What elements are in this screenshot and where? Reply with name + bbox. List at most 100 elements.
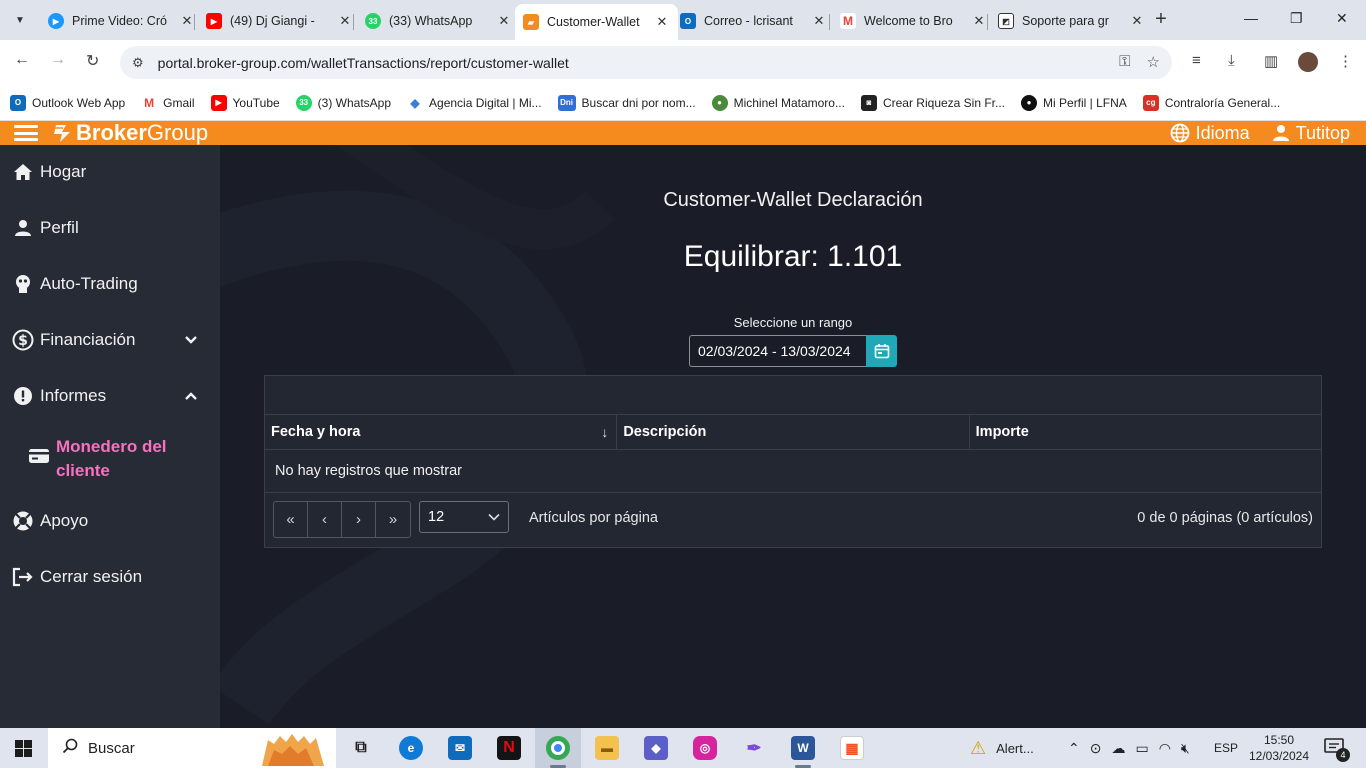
volume-muted-icon[interactable]: 🔇︎ [1181,740,1190,757]
bookmark-michinel[interactable]: ● Michinel Matamoro... [711,94,845,111]
wifi-icon[interactable]: ◠ [1159,740,1171,757]
bookmark-mi-perfil[interactable]: ● Mi Perfil | LFNA [1021,94,1127,111]
system-clock[interactable]: 15:50 12/03/2024 [1248,732,1310,764]
sort-arrow-down-icon[interactable]: ↓ [601,424,608,440]
instagram-icon[interactable]: ◎ [693,736,717,760]
column-header-descripcion[interactable]: Descripción [617,415,970,449]
edge-icon[interactable]: e [399,736,423,760]
bookmark-youtube[interactable]: ▶ YouTube [210,94,280,111]
tab-prime-video[interactable]: ▶ Prime Video: Cró ✕ [40,6,203,36]
warning-icon: ⚠ [970,737,987,758]
last-page-button[interactable]: » [376,502,410,537]
download-icon[interactable]: ⤓ [1228,52,1235,69]
sidebar-subitem-monedero[interactable]: Monedero del cliente [28,435,186,483]
language-selector[interactable]: Idioma [1170,123,1250,144]
whatsapp-icon: 33 [295,94,312,111]
sidebar-item-perfil[interactable]: Perfil [12,217,79,239]
calendar-button[interactable] [866,335,897,367]
hamburger-menu-icon[interactable] [14,125,38,141]
bookmark-agencia[interactable]: ◆ Agencia Digital | Mi... [407,94,542,111]
battery-icon[interactable]: ▭ [1135,740,1148,757]
sidebar-item-hogar[interactable]: Hogar [12,161,86,183]
chevron-down-icon[interactable] [184,333,198,347]
first-page-button[interactable]: « [274,502,308,537]
riqueza-icon: ◙ [860,94,877,111]
new-tab-button[interactable]: + [1150,9,1172,31]
alert-tray-item[interactable]: ⚠ Alert... [970,728,1034,768]
sidebar-item-informes[interactable]: Informes [12,385,197,407]
prev-page-button[interactable]: ‹ [308,502,342,537]
copilot-icon[interactable]: ◆ [644,736,668,760]
site-info-icon[interactable]: ⚙ [132,55,144,71]
mail-icon[interactable]: ✉ [448,736,472,760]
profile-avatar[interactable] [1298,52,1318,72]
whatsapp-favicon-icon: 33 [365,13,381,29]
per-page-label: Artículos por página [529,510,658,526]
word-icon[interactable]: W [791,736,815,760]
column-header-importe[interactable]: Importe [970,415,1321,449]
close-tab-icon[interactable]: ✕ [496,13,512,29]
chevron-up-icon[interactable] [184,389,198,403]
sidebar-item-auto-trading[interactable]: Auto-Trading [12,273,138,295]
tab-welcome[interactable]: M Welcome to Bro ✕ [832,6,995,36]
password-key-icon[interactable]: ⚿ [1119,53,1130,71]
camera-icon[interactable]: ⊙ [1090,740,1102,757]
menu-kebab-icon[interactable]: ⋮ [1338,52,1353,70]
quill-icon[interactable]: ✒ [742,736,766,760]
bookmark-whatsapp[interactable]: 33 (3) WhatsApp [295,94,391,111]
side-panel-icon[interactable]: ▥ [1264,52,1278,70]
minimize-button[interactable]: — [1244,10,1258,26]
notifications-icon[interactable]: 4 [1324,738,1350,762]
bookmark-gmail[interactable]: M Gmail [141,94,195,111]
notification-count: 4 [1336,748,1350,762]
forward-button[interactable]: → [50,51,66,69]
input-language[interactable]: ESP [1214,728,1238,768]
taskbar-search[interactable]: Buscar [48,728,336,768]
chevron-up-icon[interactable]: ⌃ [1068,740,1080,757]
close-tab-icon[interactable]: ✕ [811,13,827,29]
tab-whatsapp[interactable]: 33 (33) WhatsApp ✕ [357,6,520,36]
tab-soporte[interactable]: ◩ Soporte para gr ✕ [990,6,1153,36]
bookmark-buscar-dni[interactable]: Dni Buscar dni por nom... [557,94,696,111]
close-window-button[interactable]: ✕ [1336,10,1348,27]
reload-button[interactable]: ↻ [86,51,99,71]
tab-search-button[interactable]: ▼ [8,8,32,32]
windows-start-icon[interactable] [15,740,32,757]
close-tab-icon[interactable]: ✕ [179,13,195,29]
user-menu[interactable]: Tutitop [1272,123,1350,144]
sidebar-item-financiacion[interactable]: $ Financiación [12,329,197,351]
store-icon[interactable]: ▦ [840,736,864,760]
file-explorer-icon[interactable]: ▬ [595,736,619,760]
bookmark-outlook[interactable]: O Outlook Web App [10,94,125,111]
bookmark-star-icon[interactable]: ☆ [1147,53,1160,71]
close-tab-icon[interactable]: ✕ [337,13,353,29]
chrome-icon[interactable] [546,736,570,760]
browser-tab-bar: ▼ ▶ Prime Video: Cró ✕ ▶ (49) Dj Giangi … [0,0,1366,40]
column-header-fecha[interactable]: Fecha y hora ↓ [265,415,618,449]
page-title: Customer-Wallet Declaración [663,189,923,211]
back-button[interactable]: ← [14,51,30,69]
restore-button[interactable]: ❐ [1290,10,1303,27]
date-range-picker[interactable]: 02/03/2024 - 13/03/2024 [689,335,897,367]
tab-customer-wallet[interactable]: ▰ Customer-Wallet ✕ [515,4,678,40]
tab-correo[interactable]: O Correo - lcrisant ✕ [672,6,835,36]
date-range-input[interactable]: 02/03/2024 - 13/03/2024 [689,335,866,367]
close-tab-icon[interactable]: ✕ [971,13,987,29]
page-size-select[interactable]: 12 [419,501,509,533]
cloud-icon[interactable]: ☁ [1111,740,1125,757]
bookmark-contraloria[interactable]: cg Contraloría General... [1142,94,1280,111]
task-view-icon[interactable]: ⧉ [349,736,373,760]
close-tab-icon[interactable]: ✕ [654,14,670,30]
omnibox[interactable]: ⚙ portal.broker-group.com/walletTransact… [120,46,1172,79]
bookmark-crear-riqueza[interactable]: ◙ Crear Riqueza Sin Fr... [860,94,1005,111]
tab-youtube-dj[interactable]: ▶ (49) Dj Giangi - ✕ [198,6,361,36]
netflix-icon[interactable]: N [497,736,521,760]
sidebar-item-cerrar-sesion[interactable]: Cerrar sesión [12,566,142,588]
brokergroup-logo[interactable]: Broker Group [52,120,208,145]
sidebar-item-apoyo[interactable]: Apoyo [12,510,88,532]
media-icon[interactable]: ≡ [1192,52,1201,69]
close-tab-icon[interactable]: ✕ [1129,13,1145,29]
url-text[interactable]: portal.broker-group.com/walletTransactio… [158,55,569,71]
main-content: Customer-Wallet Declaración Equilibrar: … [220,145,1366,728]
next-page-button[interactable]: › [342,502,376,537]
